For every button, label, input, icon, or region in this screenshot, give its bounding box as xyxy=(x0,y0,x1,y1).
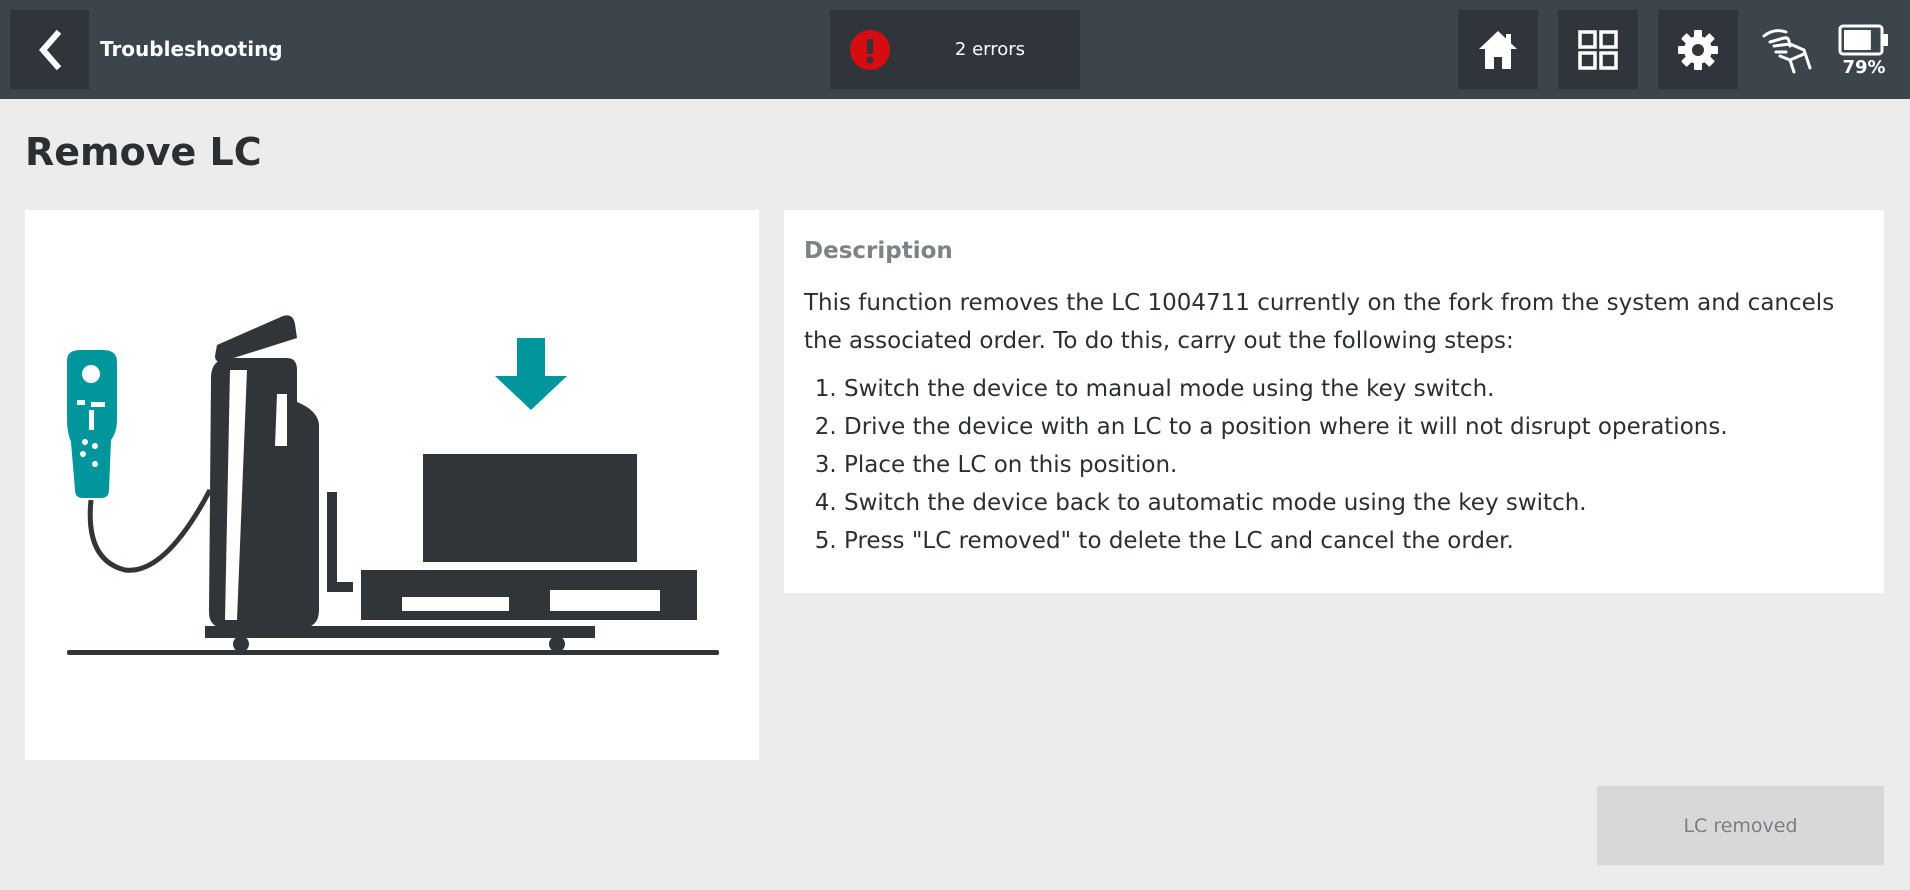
description-body: This function removes the LC 1004711 cur… xyxy=(804,290,1835,354)
errors-count-label: 2 errors xyxy=(954,39,1026,60)
step-item: Press "LC removed" to delete the LC and … xyxy=(844,522,1864,560)
page-title: Remove LC xyxy=(25,130,262,174)
page-section-title: Troubleshooting xyxy=(100,37,283,61)
chevron-left-icon xyxy=(38,29,61,70)
pallet-truck-illustration xyxy=(67,315,719,655)
top-bar: Troubleshooting 2 errors 79% xyxy=(0,0,1910,99)
description-panel: Description This function removes the LC… xyxy=(784,210,1884,593)
home-button[interactable] xyxy=(1458,10,1538,89)
lc-removed-button[interactable]: LC removed xyxy=(1597,786,1884,865)
hand-touch-icon[interactable] xyxy=(1760,22,1816,78)
steps-list: Switch the device to manual mode using t… xyxy=(804,370,1864,560)
errors-indicator[interactable]: 2 errors xyxy=(830,10,1080,89)
home-icon xyxy=(1479,30,1517,69)
settings-button[interactable] xyxy=(1658,10,1738,89)
gear-icon xyxy=(1678,29,1718,70)
remote-control-icon xyxy=(67,350,213,573)
grid-icon xyxy=(1578,29,1618,70)
step-item: Place the LC on this position. xyxy=(844,446,1864,484)
step-item: Switch the device to manual mode using t… xyxy=(844,370,1864,408)
down-arrow-icon xyxy=(495,338,567,410)
battery-icon xyxy=(1838,24,1888,56)
step-item: Switch the device back to automatic mode… xyxy=(844,484,1864,522)
apps-button[interactable] xyxy=(1558,10,1638,89)
illustration-panel xyxy=(25,210,759,760)
description-heading: Description xyxy=(804,238,953,264)
battery-percentage: 79% xyxy=(1842,57,1886,78)
step-item: Drive the device with an LC to a positio… xyxy=(844,408,1864,446)
error-exclamation-icon xyxy=(850,30,890,70)
back-button[interactable] xyxy=(10,10,89,89)
